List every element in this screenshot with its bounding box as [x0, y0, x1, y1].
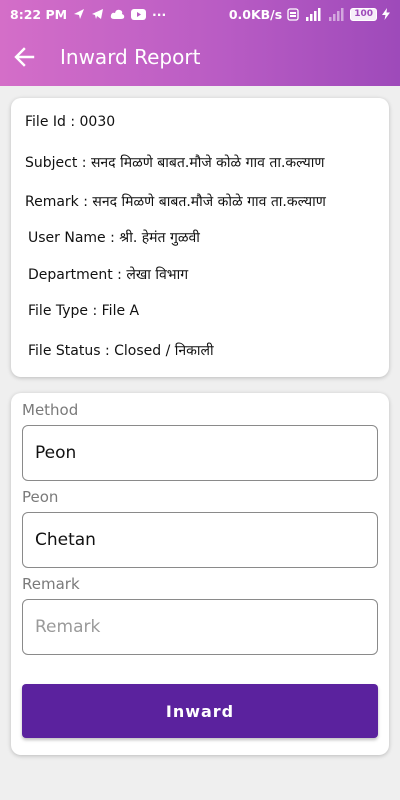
navigation-icon	[73, 8, 85, 20]
remark-label: Remark	[22, 575, 80, 593]
file-type-text: File Type : File A	[28, 303, 140, 319]
file-info-card: File Id : 0030 Subject : सनद मिळणे बाबत.…	[11, 98, 389, 377]
file-id-text: File Id : 0030	[25, 114, 116, 130]
arrow-left-icon	[14, 47, 35, 67]
status-time: 8:22 PM	[10, 6, 68, 22]
volte-icon	[287, 7, 299, 21]
method-value: Peon	[35, 443, 77, 463]
back-button[interactable]	[0, 28, 48, 86]
file-status-text: File Status : Closed / निकाली	[28, 343, 214, 359]
telegram-icon	[91, 8, 104, 20]
signal-icon	[327, 7, 345, 21]
remark-input[interactable]	[35, 617, 377, 637]
page-title: Inward Report	[60, 45, 201, 69]
inward-button[interactable]: Inward	[22, 684, 378, 738]
status-bar: 8:22 PM ··· 0.0KB/s 100	[0, 0, 400, 28]
user-name-text: User Name : श्री. हेमंत गुळवी	[28, 230, 200, 246]
method-field[interactable]: Peon	[22, 425, 378, 481]
peon-field[interactable]: Chetan	[22, 512, 378, 568]
signal-4g-icon	[304, 7, 322, 21]
network-speed: 0.0KB/s	[228, 6, 283, 22]
remark-text: Remark : सनद मिळणे बाबत.मौजे कोळे गाव ता…	[25, 194, 326, 210]
cloud-icon	[110, 9, 125, 20]
subject-text: Subject : सनद मिळणे बाबत.मौजे कोळे गाव त…	[25, 155, 325, 171]
more-notifications-icon: ···	[152, 6, 167, 22]
app-bar: Inward Report	[0, 28, 400, 86]
battery-icon: 100	[350, 7, 377, 21]
department-text: Department : लेखा विभाग	[28, 267, 189, 283]
youtube-icon	[131, 8, 147, 20]
inward-form-card: Method Peon Peon Chetan Remark Inward	[11, 393, 389, 755]
charging-icon	[382, 8, 390, 20]
remark-field[interactable]	[22, 599, 378, 655]
peon-label: Peon	[22, 488, 59, 506]
peon-value: Chetan	[35, 530, 96, 550]
method-label: Method	[22, 401, 79, 419]
